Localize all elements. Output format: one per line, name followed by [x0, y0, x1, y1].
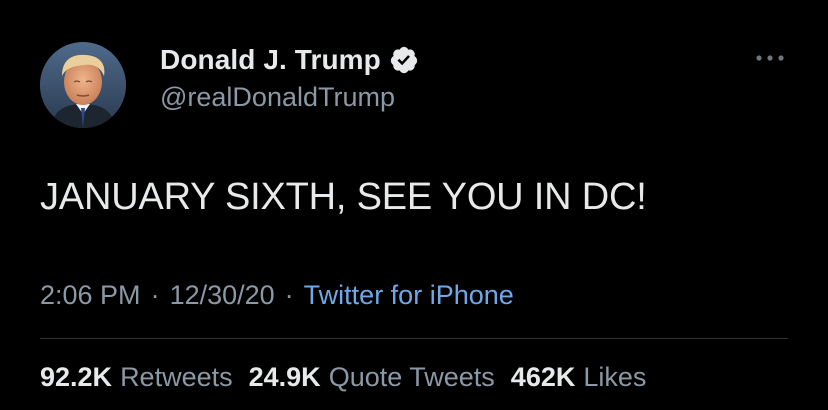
avatar[interactable]	[40, 42, 126, 128]
divider	[40, 338, 788, 339]
meta-separator: ·	[150, 280, 160, 310]
tweet-date[interactable]: 12/30/20	[170, 280, 275, 311]
stat-value: 462K	[510, 362, 576, 392]
engagement-stats: 92.2K Retweets 24.9K Quote Tweets 462K L…	[40, 362, 662, 393]
retweets-stat[interactable]: 92.2K Retweets	[40, 362, 233, 393]
stat-value: 24.9K	[248, 362, 321, 392]
more-options-button[interactable]	[753, 46, 787, 70]
author-name-row[interactable]: Donald J. Trump	[160, 40, 419, 80]
tweet-source-link[interactable]: Twitter for iPhone	[304, 280, 514, 311]
tweet-meta: 2:06 PM · 12/30/20 · Twitter for iPhone	[40, 280, 514, 311]
stat-label: Likes	[583, 362, 647, 392]
tweet-time[interactable]: 2:06 PM	[40, 280, 141, 311]
tweet-card: Donald J. Trump @realDonaldTrump JANUARY…	[0, 0, 828, 410]
meta-separator: ·	[284, 280, 294, 310]
tweet-text: JANUARY SIXTH, SEE YOU IN DC!	[40, 176, 647, 218]
quote-tweets-stat[interactable]: 24.9K Quote Tweets	[249, 362, 495, 393]
verified-badge-icon	[390, 46, 417, 74]
likes-stat[interactable]: 462K Likes	[511, 362, 647, 393]
display-name: Donald J. Trump	[160, 44, 381, 75]
ellipsis-icon	[756, 55, 784, 61]
stat-label: Quote Tweets	[328, 362, 495, 392]
stat-value: 92.2K	[40, 362, 113, 392]
author-handle[interactable]: @realDonaldTrump	[160, 82, 395, 113]
profile-photo	[40, 42, 126, 128]
stat-label: Retweets	[120, 362, 233, 392]
